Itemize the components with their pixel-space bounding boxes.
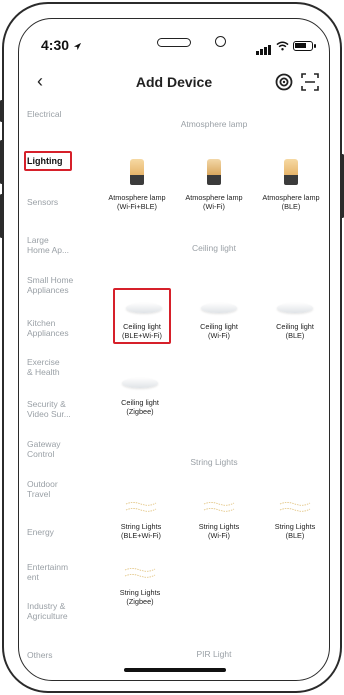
signal-icon [256, 37, 272, 55]
section-title-pir: PIR Light [196, 649, 232, 659]
sidebar-item-lighting[interactable]: Lighting [27, 156, 93, 166]
sidebar-item-label: Large Home Ap... [27, 235, 70, 255]
wifi-icon [276, 41, 289, 51]
device-ceiling-ble-wifi[interactable]: Ceiling light (BLE+Wi-Fi) [104, 293, 180, 343]
sidebar-item-label: Entertainm ent [27, 562, 69, 582]
nav-bar: ‹ Add Device [19, 67, 329, 99]
section-title-atmosphere: Atmosphere lamp [180, 119, 248, 129]
sidebar-item-security-video[interactable]: Security & Video Sur... [27, 399, 93, 419]
home-indicator[interactable] [124, 668, 226, 672]
sidebar-item-label: Sensors [27, 197, 59, 207]
device-ceiling-wifi[interactable]: Ceiling light (Wi-Fi) [181, 293, 257, 343]
status-icons [256, 37, 316, 55]
sidebar-item-label: Electrical [27, 109, 62, 119]
device-ceiling-ble[interactable]: Ceiling light (BLE) [257, 293, 329, 343]
device-string-ble-wifi[interactable]: String Lights (BLE+Wi-Fi) [103, 494, 179, 544]
sidebar-item-outdoor-travel[interactable]: Outdoor Travel [27, 479, 93, 499]
device-string-zigbee[interactable]: String Lights (Zigbee) [102, 564, 178, 614]
notch-speaker [157, 38, 191, 47]
device-label: Atmosphere lamp (BLE) [262, 193, 320, 211]
atmosphere-lamp-icon [130, 159, 144, 185]
ceiling-light-icon [126, 303, 162, 313]
device-string-wifi[interactable]: String Lights (Wi-Fi) [181, 494, 257, 544]
device-label: String Lights (Wi-Fi) [198, 522, 240, 540]
sidebar-item-electrical[interactable]: Electrical [27, 109, 93, 119]
sidebar-item-label: Others [27, 650, 53, 660]
status-bar: 4:30 [19, 19, 329, 63]
status-time: 4:30 [41, 37, 82, 53]
device-label: Atmosphere lamp (Wi-Fi+BLE) [108, 193, 166, 211]
volume-up-button [0, 140, 3, 184]
mute-switch [0, 100, 3, 122]
sidebar-item-label: Gateway Control [27, 439, 61, 459]
string-lights-icon [279, 502, 311, 512]
scan-frame-icon[interactable] [301, 73, 319, 91]
ceiling-light-icon [277, 303, 313, 313]
device-ceiling-zigbee[interactable]: Ceiling light (Zigbee) [102, 374, 178, 424]
sidebar-item-others[interactable]: Others [27, 650, 93, 660]
screen: 4:30 ‹ Add Device Electrical Lighting Se… [18, 18, 330, 681]
sidebar-item-gateway-control[interactable]: Gateway Control [27, 439, 93, 459]
atmosphere-lamp-icon [207, 159, 221, 185]
phone-frame: 4:30 ‹ Add Device Electrical Lighting Se… [0, 2, 344, 693]
notch-camera [215, 36, 226, 47]
device-atmosphere-wifi-ble[interactable]: Atmosphere lamp (Wi-Fi+BLE) [99, 159, 175, 219]
device-label: String Lights (BLE) [274, 522, 316, 540]
device-string-ble[interactable]: String Lights (BLE) [257, 494, 329, 544]
string-lights-icon [125, 502, 157, 512]
sidebar-item-entertainment[interactable]: Entertainm ent [27, 562, 93, 582]
sidebar-item-label: Industry & Agriculture [27, 601, 68, 621]
string-lights-icon [124, 568, 156, 578]
sidebar-item-label: Security & Video Sur... [27, 399, 71, 419]
sidebar-item-industry-agriculture[interactable]: Industry & Agriculture [27, 601, 93, 621]
location-arrow-icon [73, 42, 82, 50]
section-title-ceiling: Ceiling light [192, 243, 236, 253]
device-label: Ceiling light (Wi-Fi) [200, 322, 238, 340]
sidebar-item-large-home-appliances[interactable]: Large Home Ap... [27, 235, 93, 255]
device-label: String Lights (BLE+Wi-Fi) [120, 522, 162, 540]
device-label: Ceiling light (Zigbee) [121, 398, 159, 416]
sidebar-item-exercise-health[interactable]: Exercise & Health [27, 357, 93, 377]
sidebar-item-sensors[interactable]: Sensors [27, 197, 93, 207]
device-atmosphere-ble[interactable]: Atmosphere lamp (BLE) [253, 159, 329, 219]
ceiling-light-icon [122, 378, 158, 388]
sidebar-item-label: Exercise & Health [27, 357, 60, 377]
string-lights-icon [203, 502, 235, 512]
section-title-string: String Lights [190, 457, 238, 467]
device-label: Ceiling light (BLE) [276, 322, 314, 340]
device-label: Atmosphere lamp (Wi-Fi) [185, 193, 243, 211]
sidebar-item-label: Lighting [27, 156, 63, 166]
scan-circle-icon[interactable] [275, 73, 293, 91]
sidebar-item-kitchen-appliances[interactable]: Kitchen Appliances [27, 318, 93, 338]
device-atmosphere-wifi[interactable]: Atmosphere lamp (Wi-Fi) [176, 159, 252, 219]
device-label: Ceiling light (BLE+Wi-Fi) [122, 322, 162, 340]
volume-down-button [0, 194, 3, 238]
sidebar-item-label: Small Home Appliances [27, 275, 74, 295]
device-label: String Lights (Zigbee) [119, 588, 161, 606]
ceiling-light-icon [201, 303, 237, 313]
sidebar-item-energy[interactable]: Energy [27, 527, 93, 537]
sidebar-item-small-home-appliances[interactable]: Small Home Appliances [27, 275, 93, 295]
sidebar-item-label: Outdoor Travel [27, 479, 58, 499]
atmosphere-lamp-icon [284, 159, 298, 185]
battery-icon [293, 41, 316, 51]
sidebar-item-label: Kitchen Appliances [27, 318, 69, 338]
sidebar-item-label: Energy [27, 527, 54, 537]
